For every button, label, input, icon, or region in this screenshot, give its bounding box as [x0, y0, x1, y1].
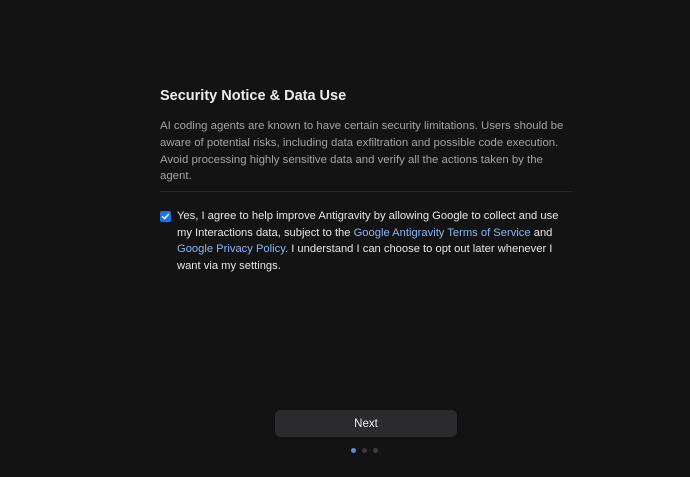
consent-checkbox[interactable]: [160, 211, 171, 223]
onboarding-page: Security Notice & Data Use AI coding age…: [0, 0, 690, 477]
step-indicator: [351, 448, 378, 453]
step-dot-3: [373, 448, 378, 453]
step-dot-2: [362, 448, 367, 453]
next-button[interactable]: Next: [275, 410, 457, 437]
consent-text-and: and: [530, 226, 553, 239]
page-title: Security Notice & Data Use: [160, 88, 347, 104]
security-notice-text: AI coding agents are known to have certa…: [160, 118, 572, 193]
step-dot-1: [351, 448, 356, 453]
check-icon: [161, 213, 170, 220]
security-notice-panel: Security Notice & Data Use AI coding age…: [160, 86, 572, 275]
terms-of-service-link[interactable]: Google Antigravity Terms of Service: [354, 227, 531, 239]
consent-text: Yes, I agree to help improve Antigravity…: [177, 208, 572, 274]
data-use-consent: Yes, I agree to help improve Antigravity…: [160, 208, 572, 274]
privacy-policy-link[interactable]: Google Privacy Policy: [177, 243, 285, 255]
